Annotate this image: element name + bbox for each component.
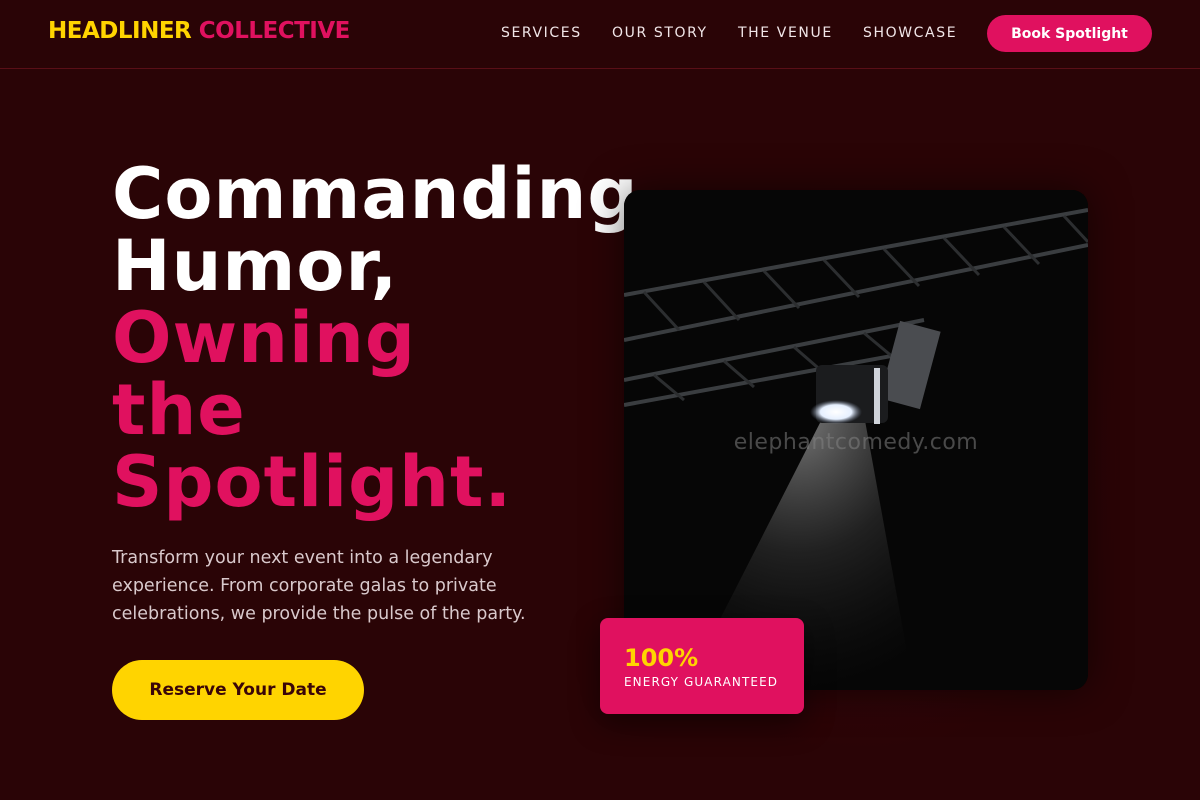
nav-showcase[interactable]: SHOWCASE	[863, 25, 957, 41]
headline-line: Humor,	[112, 225, 399, 307]
headline-line-accent: the	[112, 369, 246, 451]
headline-line-accent: Spotlight.	[112, 441, 513, 523]
reserve-date-button[interactable]: Reserve Your Date	[112, 660, 364, 720]
badge-value: 100%	[624, 644, 699, 672]
book-spotlight-button[interactable]: Book Spotlight	[987, 15, 1152, 52]
energy-badge: 100% ENERGY GUARANTEED	[600, 618, 804, 714]
image-watermark: elephantcomedy.com	[733, 430, 979, 455]
spotlight-image: elephantcomedy.com	[624, 190, 1088, 690]
headline-line: Commanding	[112, 153, 639, 235]
hero-description: Transform your next event into a legenda…	[112, 548, 526, 624]
badge-label: ENERGY GUARANTEED	[624, 675, 779, 689]
nav-the-venue[interactable]: THE VENUE	[738, 25, 833, 41]
hero-headline: Commanding Humor, Owning the Spotlight.	[112, 158, 638, 518]
nav-services[interactable]: SERVICES	[501, 25, 582, 41]
headline-line-accent: Owning	[112, 297, 416, 379]
site-header: HEADLINER COLLECTIVE SERVICES OUR STORY …	[0, 0, 1200, 69]
nav-our-story[interactable]: OUR STORY	[612, 25, 708, 41]
